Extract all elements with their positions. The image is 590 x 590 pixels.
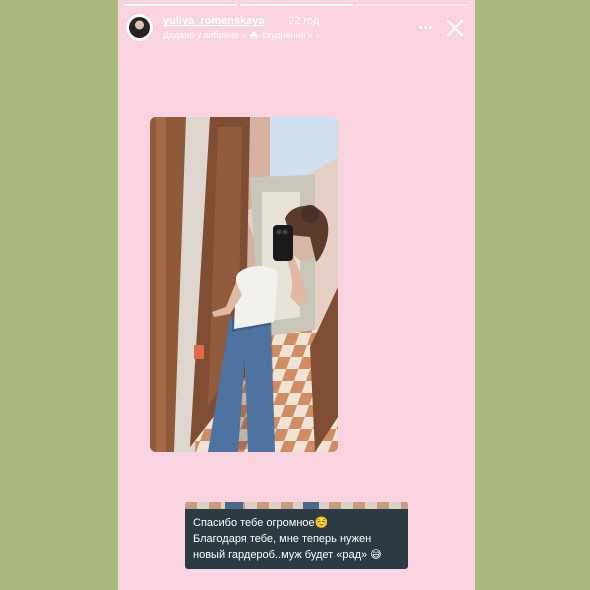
message-line: Благодаря тебе, мне теперь нужен <box>193 533 372 545</box>
mirror-selfie-photo <box>150 117 338 452</box>
chat-message-screenshot: Спасибо тебе огромное☺️ Благодаря тебе, … <box>185 502 408 569</box>
progress-segment <box>240 4 353 6</box>
chevron-right-icon: › <box>316 30 320 40</box>
story-timestamp: 22 год <box>288 15 320 27</box>
story-header: yuliya_romenskaya 22 год Додано у вибран… <box>126 14 467 44</box>
top-badge-text: TOP <box>250 34 259 40</box>
more-horizontal-icon <box>418 25 422 29</box>
story-viewer[interactable]: yuliya_romenskaya 22 год Додано у вибран… <box>118 0 475 590</box>
progress-segment <box>124 4 237 6</box>
avatar[interactable] <box>126 14 153 41</box>
more-options-button[interactable] <box>415 20 435 34</box>
message-line: Спасибо тебе огромное☺️ <box>193 517 329 529</box>
highlight-suffix: » <box>307 30 313 40</box>
message-line: новый гардероб..муж будет «рад» 😅 <box>193 549 382 561</box>
close-icon <box>447 20 463 36</box>
close-button[interactable] <box>444 17 466 39</box>
top-arrow-icon: TOP <box>248 30 260 40</box>
story-progress-bar <box>124 4 469 6</box>
chat-photo-strip <box>185 502 408 509</box>
highlight-name: схуднення <box>262 30 306 40</box>
chat-message-text: Спасибо тебе огромное☺️ Благодаря тебе, … <box>193 515 400 563</box>
highlight-link[interactable]: Додано у вибране « TOP схуднення » › <box>163 30 319 40</box>
username-link[interactable]: yuliya_romenskaya <box>163 15 265 27</box>
highlight-prefix: Додано у вибране « <box>163 30 247 40</box>
progress-segment <box>356 4 469 6</box>
avatar-image <box>129 17 150 38</box>
